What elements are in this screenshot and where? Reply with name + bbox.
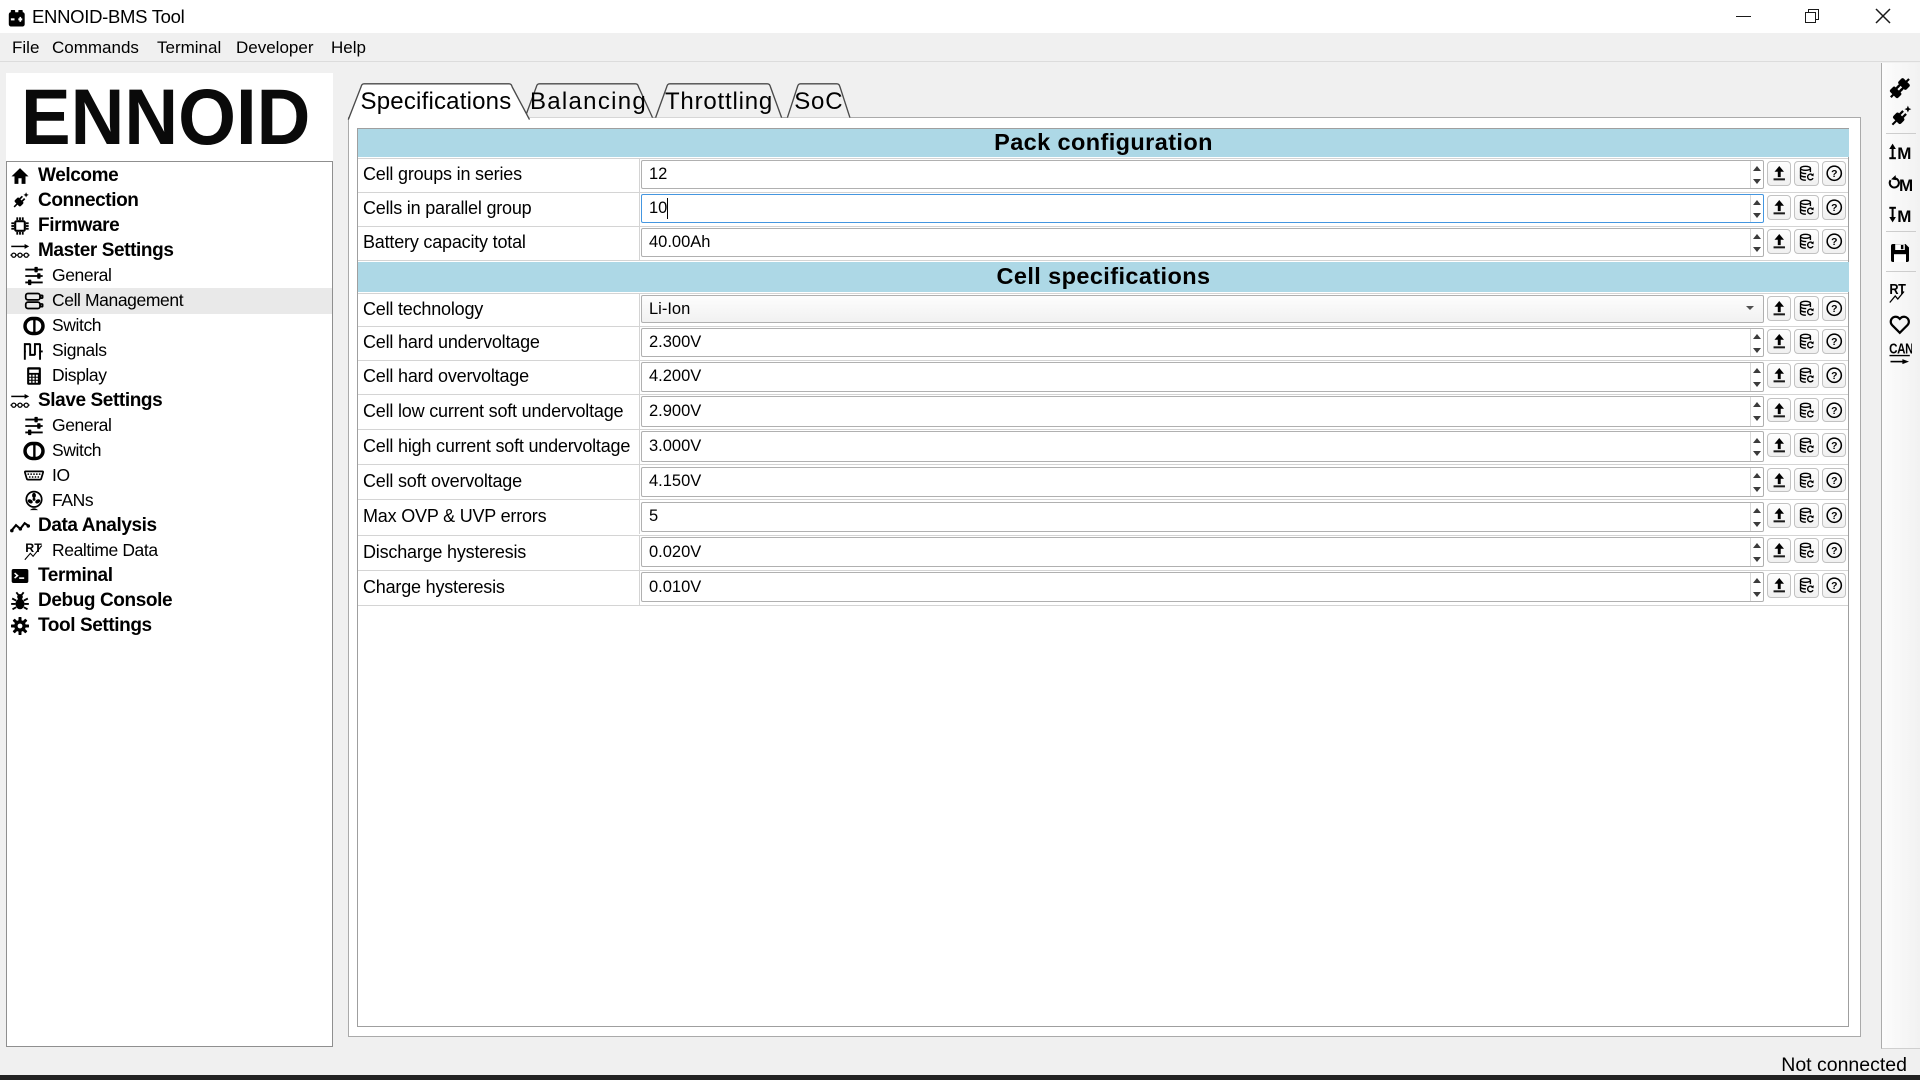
svg-text:M: M [1897,207,1911,226]
svg-text:?: ? [1831,169,1837,180]
svg-text:?: ? [1831,203,1837,214]
svg-text:?: ? [1831,476,1837,487]
svg-text:M: M [1899,176,1912,195]
svg-text:?: ? [1831,546,1837,557]
svg-text:?: ? [1831,371,1837,382]
svg-text:?: ? [1831,581,1837,592]
svg-text:?: ? [1831,337,1837,348]
svg-text:RT: RT [1889,281,1906,297]
svg-text:?: ? [1831,511,1837,522]
svg-text:?: ? [1831,441,1837,452]
svg-text:?: ? [1831,406,1837,417]
svg-text:?: ? [1831,304,1837,315]
svg-text:?: ? [1831,237,1837,248]
svg-text:CAN: CAN [1889,341,1912,357]
svg-text:M: M [1897,144,1911,163]
